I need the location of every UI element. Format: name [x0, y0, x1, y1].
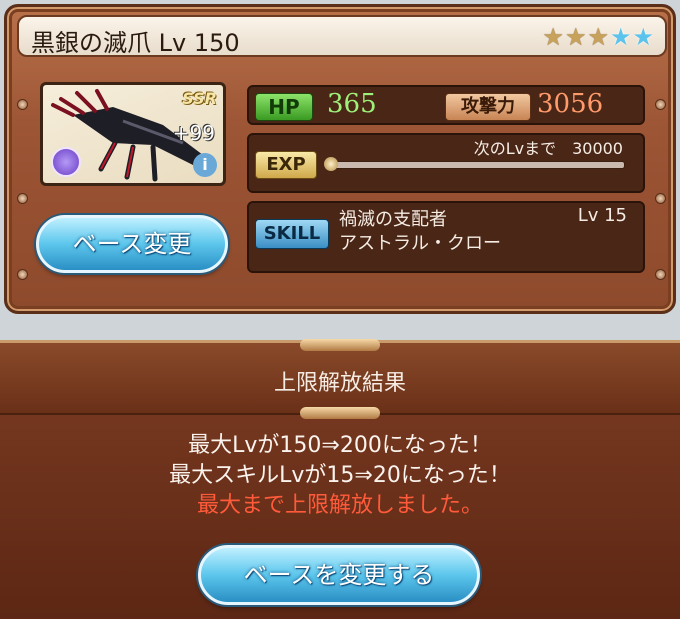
skill-label: SKILL: [255, 219, 329, 249]
hp-label: HP: [255, 93, 313, 121]
weapon-thumbnail[interactable]: SSR +99 i: [40, 82, 226, 186]
exp-label: EXP: [255, 151, 317, 179]
base-change-button[interactable]: ベース変更: [36, 215, 228, 273]
skill-row[interactable]: SKILL 禍滅の支配者 Lv 15 アストラル・クロー: [247, 201, 645, 273]
rivet-icon: [655, 269, 666, 280]
attack-label: 攻撃力: [445, 93, 531, 121]
result-max-skill-level: 最大スキルLvが15⇒20になった！: [169, 463, 511, 488]
skill-name: 禍滅の支配者: [339, 209, 447, 230]
result-fully-uncapped: 最大まで上限解放しました。: [196, 493, 483, 518]
star-icon-gold-1: ★: [542, 23, 565, 51]
dark-element-icon: [51, 147, 81, 177]
stats-row: HP 365 攻撃力 3056: [247, 85, 645, 125]
change-base-button[interactable]: ベースを変更する: [198, 545, 480, 605]
skill-level: Lv 15: [577, 205, 627, 226]
rivet-icon: [655, 193, 666, 204]
exp-progress-knob: [324, 157, 338, 171]
weapon-title-bar: 黒銀の滅爪 Lv 150 ★★★★★: [17, 15, 667, 57]
rivet-icon: [17, 193, 28, 204]
ornament-top-icon: [300, 339, 380, 351]
result-title: 上限解放結果: [273, 371, 406, 396]
exp-progress-bar: [324, 157, 625, 171]
rivet-icon: [17, 269, 28, 280]
result-header: 上限解放結果: [0, 339, 680, 419]
ornament-bottom-icon: [300, 407, 380, 419]
skill-description: アストラル・クロー: [339, 233, 501, 254]
uncap-stars: ★★★★★: [542, 23, 655, 51]
rivet-icon: [17, 99, 28, 110]
rarity-badge: SSR: [182, 89, 217, 108]
result-max-level: 最大Lvが150⇒200になった！: [188, 433, 492, 458]
star-icon-gold-2: ★: [564, 23, 588, 51]
exp-row: EXP 次のLvまで 30000: [247, 133, 645, 193]
rivet-icon: [655, 99, 666, 110]
star-icon-blue-2: ★: [632, 23, 655, 51]
plus-bonus: +99: [172, 121, 215, 145]
attack-value: 3056: [537, 89, 604, 119]
weapon-title: 黒銀の滅爪 Lv 150: [31, 29, 240, 57]
star-icon-gold-3: ★: [587, 23, 610, 51]
info-icon[interactable]: i: [193, 153, 217, 177]
hp-value: 365: [327, 89, 377, 119]
exp-to-next-level: 次のLvまで 30000: [473, 139, 623, 158]
star-icon-blue-1: ★: [609, 23, 633, 51]
